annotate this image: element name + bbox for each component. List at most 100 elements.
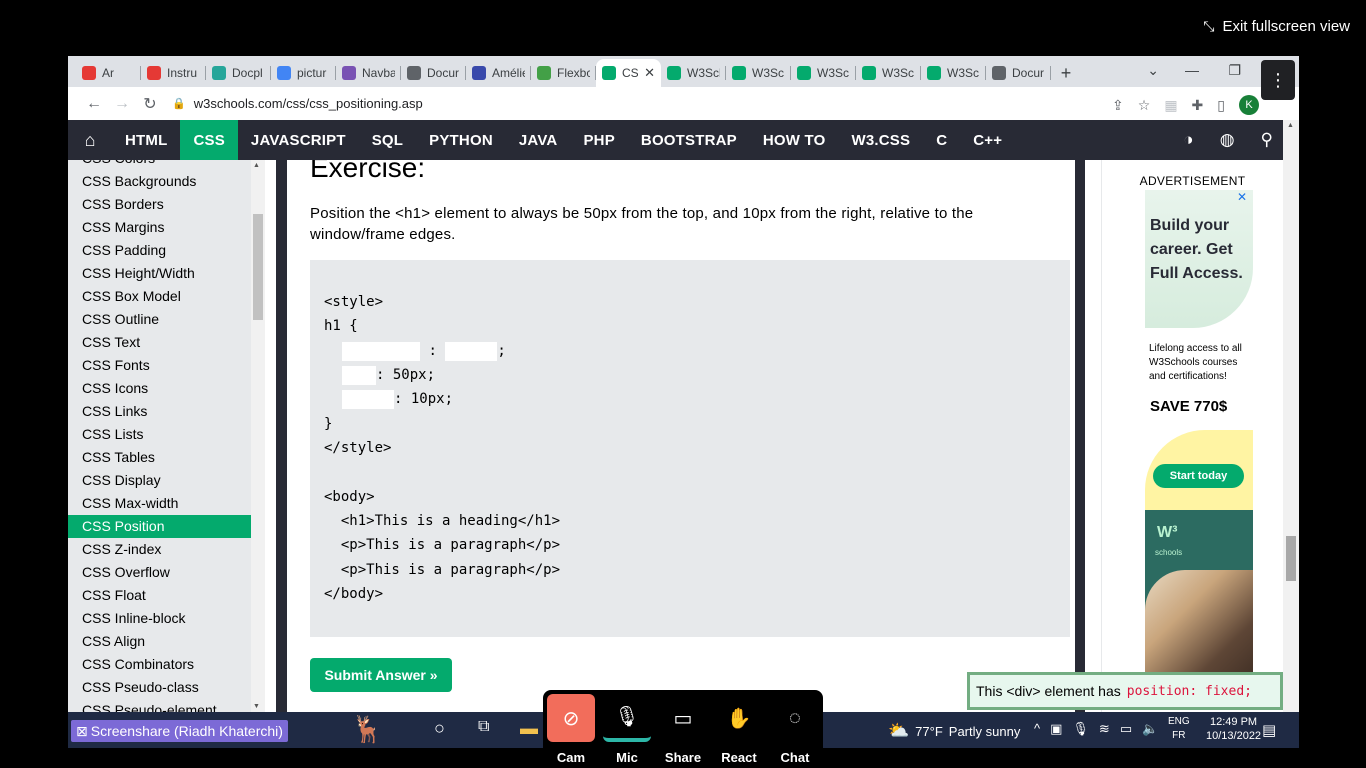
browser-tab[interactable]: W3Sc [791, 59, 856, 87]
submit-answer-button[interactable]: Submit Answer » [310, 658, 452, 692]
cortana-icon[interactable]: ○ [434, 718, 445, 739]
nav-link-c++[interactable]: C++ [960, 120, 1015, 160]
browser-tab[interactable]: Docur [401, 59, 466, 87]
profile-avatar[interactable]: K [1239, 95, 1259, 115]
tray-chevron-icon[interactable]: ^ [1034, 721, 1040, 737]
browser-tab[interactable]: W3Sc [726, 59, 791, 87]
nav-link-php[interactable]: PHP [570, 120, 627, 160]
sidebar-item[interactable]: CSS Float [68, 584, 251, 607]
nav-link-sql[interactable]: SQL [359, 120, 416, 160]
tab-close-icon[interactable]: ✕ [644, 65, 655, 81]
sidebar-item[interactable]: CSS Icons [68, 377, 251, 400]
sidebar-item[interactable]: CSS Max-width [68, 492, 251, 515]
extension-icon[interactable]: ▦ [1164, 97, 1177, 114]
sidebar-item[interactable]: CSS Lists [68, 423, 251, 446]
ad-close-icon[interactable]: ✕ [1237, 190, 1247, 204]
sidebar-item[interactable]: CSS Z-index [68, 538, 251, 561]
sidebar-item[interactable]: CSS Pseudo-element [68, 699, 251, 712]
nav-link-java[interactable]: JAVA [506, 120, 571, 160]
answer-input-top[interactable] [342, 365, 376, 385]
sidebar-item[interactable]: CSS Overflow [68, 561, 251, 584]
puzzle-icon[interactable]: ✚ [1192, 97, 1204, 114]
exit-fullscreen-button[interactable]: ⤡ Exit fullscreen view [1203, 18, 1350, 35]
sidebar-item[interactable]: CSS Combinators [68, 653, 251, 676]
browser-tab[interactable]: pictur [271, 59, 336, 87]
answer-input-value[interactable] [445, 341, 498, 361]
react-button[interactable]: ✋ React [713, 694, 765, 766]
meet-icon[interactable]: ▣ [1050, 721, 1062, 737]
weather-widget[interactable]: ⛅ 77°F Partly sunny [888, 721, 1020, 741]
sidebar-item[interactable]: CSS Position [68, 515, 251, 538]
browser-tab[interactable]: Instru [141, 59, 206, 87]
nav-link-html[interactable]: HTML [112, 120, 180, 160]
browser-tab[interactable]: CS ✕ [596, 59, 661, 87]
language-indicator[interactable]: ENG FR [1168, 715, 1190, 743]
home-icon[interactable]: ⌂ [68, 120, 112, 160]
browser-tab[interactable]: Ar [76, 59, 141, 87]
browser-tab[interactable]: W3Sch [661, 59, 726, 87]
search-icon[interactable]: ⚲ [1261, 130, 1273, 150]
sidebar-item[interactable]: CSS Height/Width [68, 262, 251, 285]
sidebar-item[interactable]: CSS Align [68, 630, 251, 653]
clock[interactable]: 12:49 PM 10/13/2022 [1206, 715, 1261, 743]
sidebar-item[interactable]: CSS Box Model [68, 285, 251, 308]
browser-tab[interactable]: Amélie [466, 59, 531, 87]
nav-link-w3-css[interactable]: W3.CSS [838, 120, 923, 160]
sidebar-item[interactable]: CSS Links [68, 400, 251, 423]
bookmark-star-icon[interactable]: ☆ [1138, 97, 1151, 114]
share-icon[interactable]: ⇪ [1112, 97, 1124, 114]
sidebar-item[interactable]: CSS Display [68, 469, 251, 492]
page-scrollbar[interactable]: ▲▼ [1283, 120, 1299, 748]
ad-banner[interactable]: ✕ Build your career. Get Full Access. Li… [1145, 190, 1253, 690]
nav-link-c[interactable]: C [923, 120, 960, 160]
sidebar-item[interactable]: CSS Margins [68, 216, 251, 239]
sidebar-item[interactable]: CSS Padding [68, 239, 251, 262]
wifi-icon[interactable]: ≋ [1099, 721, 1110, 737]
address-bar[interactable]: 🔒 w3schools.com/css/css_positioning.asp [172, 96, 1052, 111]
sidebar-item[interactable]: CSS Colors [68, 160, 251, 170]
nav-link-python[interactable]: PYTHON [416, 120, 506, 160]
screenshare-badge[interactable]: ⊠ Screenshare (Riadh Khaterchi) [71, 720, 288, 742]
browser-tab[interactable]: Navba [336, 59, 401, 87]
sidebar-item[interactable]: CSS Text [68, 331, 251, 354]
ad-start-button[interactable]: Start today [1153, 464, 1244, 488]
file-explorer-icon[interactable]: ▬ [520, 718, 538, 739]
tab-search-icon[interactable]: ⌄ [1147, 62, 1159, 79]
minimize-icon[interactable]: — [1185, 62, 1199, 78]
browser-tab[interactable]: Docpl [206, 59, 271, 87]
new-tab-button[interactable]: + [1051, 59, 1081, 87]
cam-button[interactable]: ⊘ Cam [545, 694, 597, 765]
mic-button[interactable]: 🎙 Mic [601, 694, 653, 765]
nav-link-how-to[interactable]: HOW TO [750, 120, 839, 160]
browser-tab[interactable]: W3Sc [856, 59, 921, 87]
globe-icon[interactable]: ◍ [1220, 130, 1235, 150]
share-button[interactable]: ▭ Share [657, 694, 709, 766]
sidebar-item[interactable]: CSS Borders [68, 193, 251, 216]
more-menu-icon[interactable]: ⋮ [1261, 60, 1295, 100]
dark-mode-icon[interactable]: ◑ [1183, 130, 1193, 150]
sidebar-scrollbar[interactable]: ▲ ▼ [251, 160, 265, 712]
sidebar-item[interactable]: CSS Outline [68, 308, 251, 331]
browser-tab[interactable]: W3Sc [921, 59, 986, 87]
sidebar-item[interactable]: CSS Fonts [68, 354, 251, 377]
volume-icon[interactable]: 🔈 [1142, 721, 1158, 737]
answer-input-property[interactable] [342, 341, 420, 361]
nav-link-css[interactable]: CSS [180, 120, 238, 160]
task-view-icon[interactable]: ⧉ [478, 718, 489, 736]
reload-icon[interactable]: ↻ [136, 94, 164, 114]
answer-input-right[interactable] [342, 389, 394, 409]
sidepanel-icon[interactable]: ▯ [1217, 97, 1225, 114]
notification-icon[interactable]: ▤ [1262, 721, 1276, 739]
sidebar-item[interactable]: CSS Pseudo-class [68, 676, 251, 699]
chat-button[interactable]: ◌ Chat [769, 694, 821, 766]
sidebar-item[interactable]: CSS Tables [68, 446, 251, 469]
nav-link-javascript[interactable]: JAVASCRIPT [238, 120, 359, 160]
sidebar-item[interactable]: CSS Backgrounds [68, 170, 251, 193]
battery-icon[interactable]: ▭ [1120, 721, 1132, 737]
nav-link-bootstrap[interactable]: BOOTSTRAP [628, 120, 750, 160]
forward-icon[interactable]: → [108, 95, 136, 113]
sidebar-item[interactable]: CSS Inline-block [68, 607, 251, 630]
browser-tab[interactable]: Docur [986, 59, 1051, 87]
restore-icon[interactable]: ❐ [1228, 62, 1241, 79]
browser-tab[interactable]: Flexbc [531, 59, 596, 87]
